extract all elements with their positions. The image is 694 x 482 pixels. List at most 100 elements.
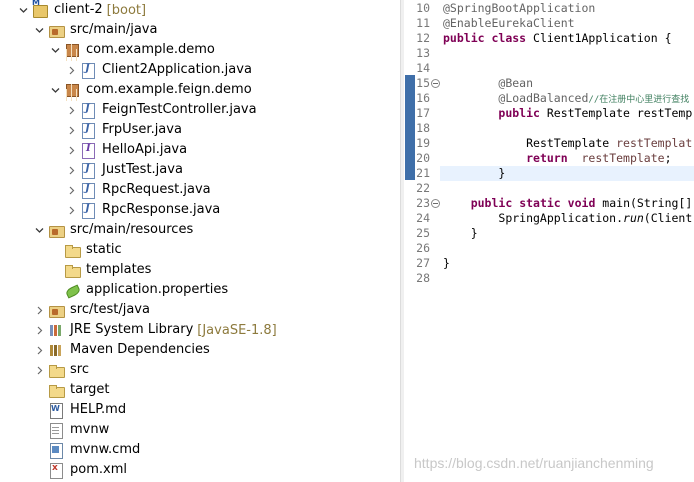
tree-item-label: mvnw.cmd — [70, 442, 141, 457]
java-file-icon — [80, 62, 96, 79]
code-line-23[interactable]: public static void main(String[] — [443, 196, 693, 211]
code-text: } — [443, 256, 450, 270]
tree-item-label: target — [70, 382, 110, 397]
code-line-11[interactable]: @EnableEurekaClient — [443, 16, 575, 31]
watermark-text: https://blog.csdn.net/ruanjianchenming — [414, 455, 654, 471]
chevron-right-icon[interactable] — [32, 320, 46, 340]
chevron-right-icon[interactable] — [64, 180, 78, 200]
chevron-right-icon[interactable] — [64, 140, 78, 160]
code-line-21[interactable]: } — [443, 166, 505, 181]
folder-icon — [64, 242, 81, 258]
package-icon — [64, 82, 80, 98]
code-line-27[interactable]: } — [443, 256, 450, 271]
code-text: } — [470, 226, 478, 240]
line-number: 12 — [416, 31, 430, 45]
maven-library-icon — [48, 342, 64, 358]
code-line-16[interactable]: @LoadBalanced//在注册中心里进行查找 — [443, 91, 689, 106]
tree-item[interactable]: FeignTestController.java — [0, 100, 400, 120]
tree-item[interactable]: client-2[boot] — [0, 0, 400, 20]
code-line-15[interactable]: @Bean — [443, 76, 533, 91]
code-line-17[interactable]: public RestTemplate restTemp — [443, 106, 692, 121]
chevron-down-icon[interactable] — [48, 40, 62, 60]
line-number: 17 — [416, 106, 430, 120]
tree-item[interactable]: src/test/java — [0, 300, 400, 320]
chevron-right-icon[interactable] — [32, 300, 46, 320]
cmd-file-icon — [48, 442, 64, 459]
source-folder-icon — [48, 22, 65, 38]
package-explorer-tree[interactable]: client-2[boot] src/main/java com.example.d… — [0, 0, 400, 482]
tree-item[interactable]: mvnw.cmd — [0, 440, 400, 460]
tree-item-label: HelloApi.java — [102, 142, 188, 157]
tree-item[interactable]: HelloApi.java — [0, 140, 400, 160]
tree-item[interactable]: HELP.md — [0, 400, 400, 420]
tree-item[interactable]: src/main/java — [0, 20, 400, 40]
chevron-right-icon[interactable] — [64, 120, 78, 140]
chevron-down-icon[interactable] — [32, 220, 46, 240]
tree-item[interactable]: src — [0, 360, 400, 380]
method-token: run — [623, 211, 644, 225]
keyword-token: return — [526, 151, 568, 165]
folder-icon — [48, 362, 65, 378]
code-line-25[interactable]: } — [443, 226, 478, 241]
variable-token: restTemplat — [616, 136, 693, 150]
chevron-down-icon[interactable] — [48, 80, 62, 100]
chevron-right-icon[interactable] — [64, 160, 78, 180]
tree-item-label: FrpUser.java — [102, 122, 182, 137]
tree-item-label: Maven Dependencies — [70, 342, 210, 357]
tree-item-label: com.example.feign.demo — [86, 82, 252, 97]
tree-item[interactable]: RpcRequest.java — [0, 180, 400, 200]
code-line-19[interactable]: RestTemplate restTemplat — [443, 136, 692, 151]
tree-item[interactable]: static — [0, 240, 400, 260]
tree-item[interactable]: RpcResponse.java — [0, 200, 400, 220]
fold-toggle-icon[interactable] — [431, 79, 440, 88]
chevron-right-icon[interactable] — [64, 200, 78, 220]
java-file-icon — [80, 182, 96, 199]
line-number: 11 — [416, 16, 430, 30]
java-interface-icon — [80, 142, 96, 159]
tree-item[interactable]: templates — [0, 260, 400, 280]
file-icon — [48, 422, 64, 439]
line-number: 20 — [416, 151, 430, 165]
tree-item[interactable]: pom.xml — [0, 460, 400, 480]
line-number: 18 — [416, 121, 430, 135]
tree-item[interactable]: JustTest.java — [0, 160, 400, 180]
keyword-token: static — [519, 196, 561, 210]
code-line-12[interactable]: public class Client1Application { — [443, 31, 672, 46]
tree-item[interactable]: src/main/resources — [0, 220, 400, 240]
code-line-20[interactable]: return restTemplate; — [443, 151, 671, 166]
code-line-10[interactable]: @SpringBootApplication — [443, 1, 595, 16]
tree-item-label: pom.xml — [70, 462, 127, 477]
fold-toggle-icon[interactable] — [431, 199, 440, 208]
chevron-right-icon[interactable] — [64, 100, 78, 120]
keyword-token: class — [491, 31, 527, 45]
code-text: Client1Application { — [526, 31, 672, 45]
line-number: 13 — [416, 46, 430, 60]
line-number: 26 — [416, 241, 430, 255]
tree-item[interactable]: com.example.demo — [0, 40, 400, 60]
package-icon — [64, 42, 80, 58]
chevron-down-icon[interactable] — [16, 0, 30, 20]
tree-item[interactable]: mvnw — [0, 420, 400, 440]
tree-item[interactable]: com.example.feign.demo — [0, 80, 400, 100]
tree-item[interactable]: FrpUser.java — [0, 120, 400, 140]
chevron-right-icon[interactable] — [32, 340, 46, 360]
source-folder-icon — [48, 302, 65, 318]
annotation-token: @LoadBalanced — [498, 91, 589, 105]
code-line-24[interactable]: SpringApplication.run(Client — [443, 211, 692, 226]
tree-item[interactable]: application.properties — [0, 280, 400, 300]
tree-item-label: RpcRequest.java — [102, 182, 211, 197]
chevron-right-icon[interactable] — [32, 360, 46, 380]
tree-item[interactable]: JRE System Library [JavaSE-1.8] — [0, 320, 400, 340]
tree-item[interactable]: target — [0, 380, 400, 400]
chevron-right-icon[interactable] — [64, 60, 78, 80]
chevron-down-icon[interactable] — [32, 20, 46, 40]
variable-token: restTemplate — [581, 151, 665, 165]
keyword-token: public — [498, 106, 540, 120]
code-editor[interactable]: 10 11 12 13 14 15 16 17 18 19 20 21 22 23 24 25 26 27 28 @… — [404, 0, 694, 482]
tree-item[interactable]: Client2Application.java — [0, 60, 400, 80]
tree-item[interactable]: Maven Dependencies — [0, 340, 400, 360]
code-text: } — [498, 166, 506, 180]
